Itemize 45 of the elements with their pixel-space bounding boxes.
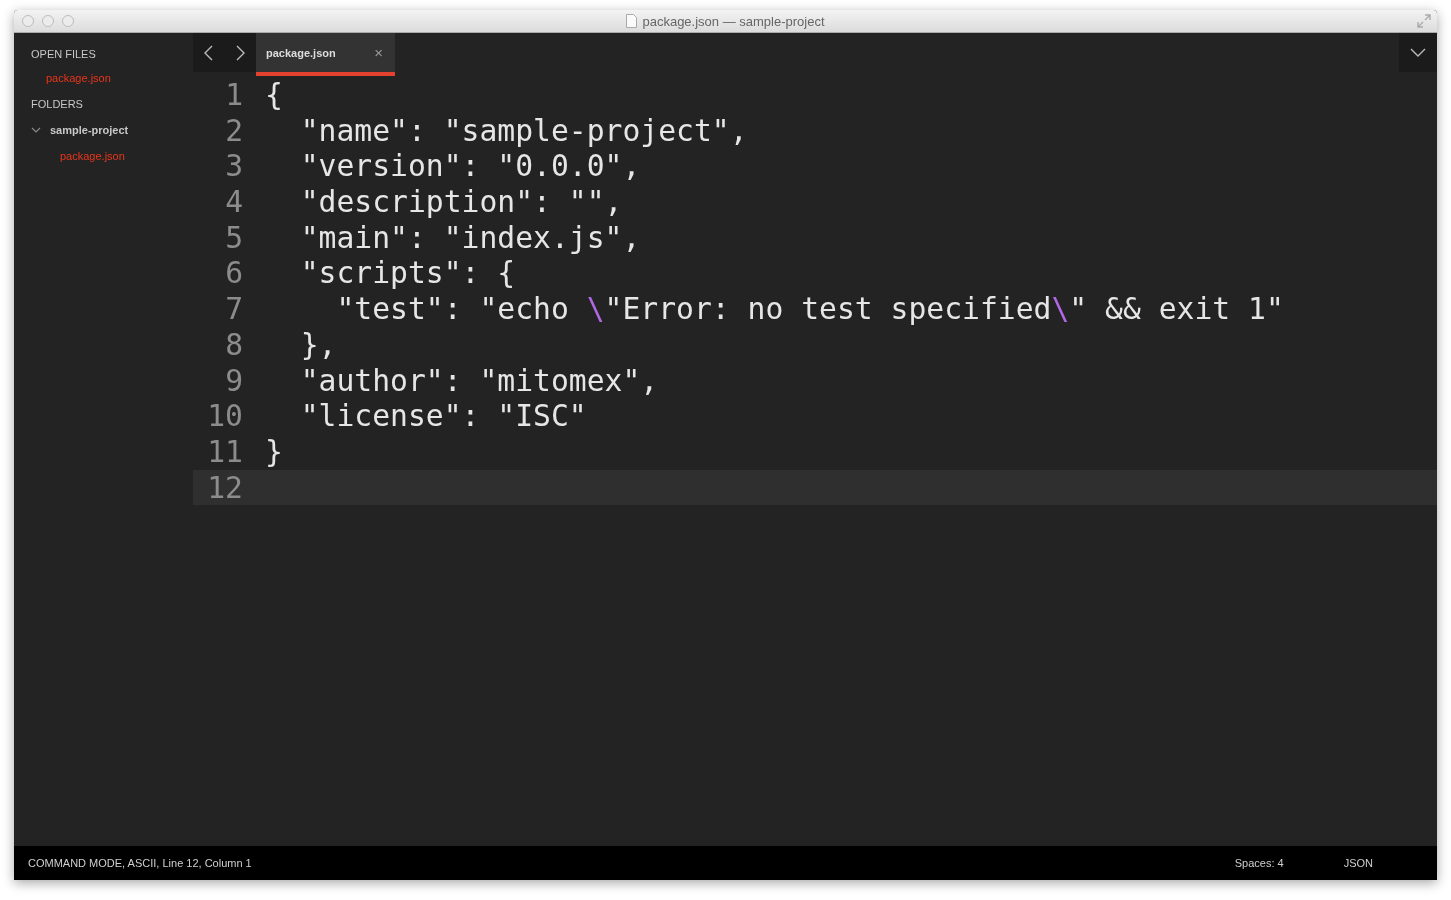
document-icon [626,14,638,28]
code-line: "license": "ISC" [299,398,587,434]
file-tab[interactable]: package.json × [256,33,395,76]
code-line: }, [299,326,337,363]
back-icon[interactable] [202,44,215,61]
line-number: 3 [224,148,243,185]
code-line: "author": "mitomex", [299,362,659,399]
line-number: 7 [224,291,243,327]
file-item[interactable]: package.json [14,149,193,175]
code-line: "description": "", [299,184,623,220]
close-window-button[interactable] [22,15,34,27]
section-heading: OPEN FILES [30,47,97,62]
open-file-item[interactable]: package.json [14,71,193,97]
minimize-window-button[interactable] [42,15,54,27]
line-number: 11 [206,433,243,470]
code-line: "version": "0.0.0", [299,148,641,185]
syntax-setting[interactable]: JSON [1343,857,1373,869]
line-number: 10 [206,398,243,434]
chevron-down-icon [1410,47,1426,58]
folder-item[interactable]: sample-project [50,123,129,137]
code-line: { [264,77,283,113]
tab-close-button[interactable]: × [374,44,383,61]
line-number: 9 [224,362,243,399]
line-number: 5 [224,219,243,256]
line-number: 8 [224,326,243,363]
code-line: "scripts": { [299,255,516,292]
line-number: 2 [224,112,243,149]
tab-label: package.json [266,46,336,59]
fullscreen-icon[interactable] [1417,14,1431,28]
line-number: 1 [224,77,243,113]
line-number: 6 [224,255,243,292]
indentation-setting[interactable]: Spaces: 4 [1234,857,1284,869]
zoom-window-button[interactable] [62,15,74,27]
code-line: "test": "echo \"Error: no test specified\" && exit 1" [335,291,1284,327]
code-line: } [264,433,283,470]
code-line: "name": "sample-project", [299,112,748,149]
forward-icon[interactable] [234,44,247,61]
code-line: "main": "index.js", [299,219,641,256]
tab-menu-button[interactable] [1399,33,1437,72]
section-heading: FOLDERS [30,97,84,112]
status-text: COMMAND MODE, ASCII, Line 12, Column 1 [28,857,252,869]
line-number: 4 [224,184,243,220]
chevron-icon[interactable] [31,127,41,134]
window-title: package.json — sample-project [642,13,825,29]
line-number: 12 [206,469,243,506]
